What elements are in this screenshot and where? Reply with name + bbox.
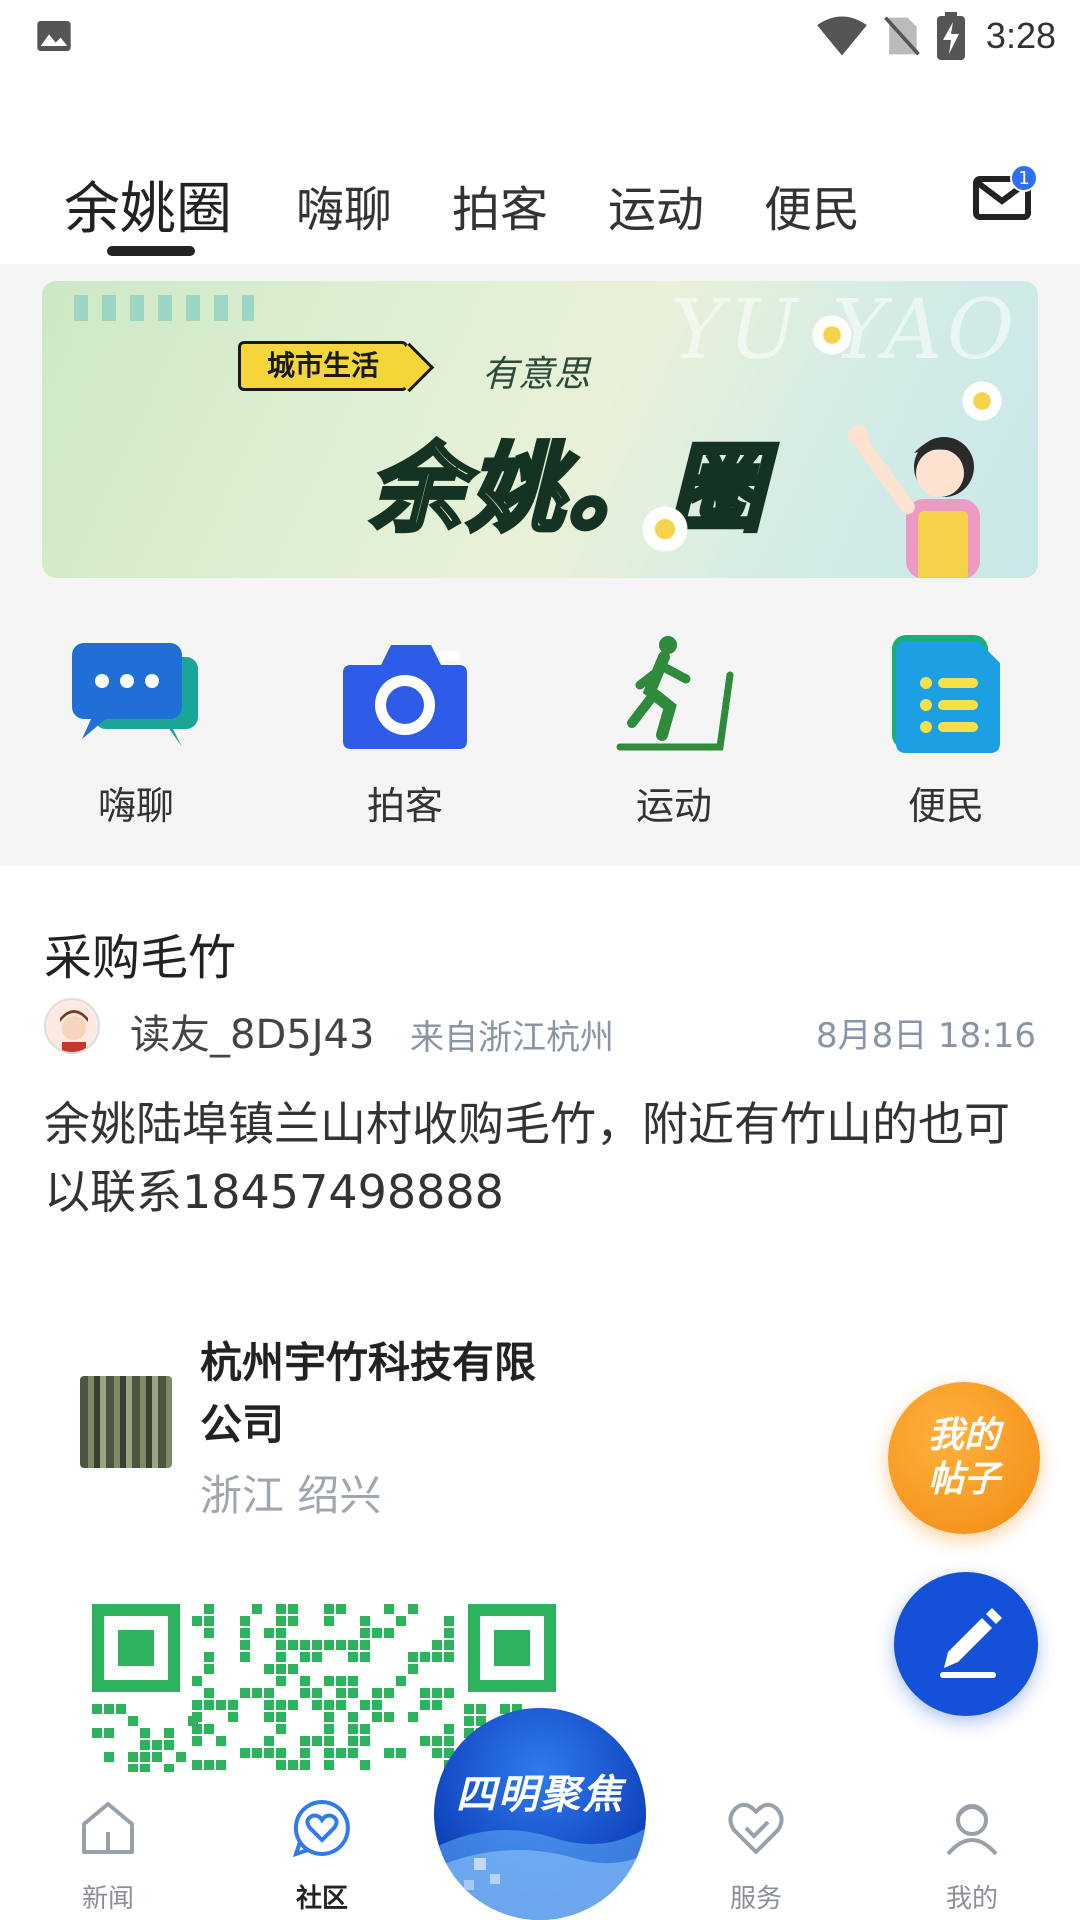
- company-location: 浙江 绍兴: [200, 1471, 382, 1520]
- nav-label: 社区: [295, 1884, 348, 1914]
- post-time: 8月8日 18:16: [815, 1016, 1036, 1056]
- nav-services[interactable]: 服务: [696, 1796, 816, 1915]
- quick-entry-label: 嗨聊: [97, 784, 174, 828]
- post-body[interactable]: 余姚陆埠镇兰山村收购毛竹，附近有竹山的也可以联系18457498888: [44, 1090, 1034, 1226]
- compose-post-button[interactable]: [894, 1572, 1038, 1716]
- banner-headline: 余姚。圈: [366, 431, 768, 547]
- flower-icon: [812, 315, 852, 355]
- promo-banner[interactable]: YU YAO 城市生活 有意思 余姚。圈: [42, 281, 1038, 578]
- tab-sports[interactable]: 运动: [608, 170, 704, 240]
- treadmill-runner-icon: [616, 636, 734, 751]
- no-sim-icon: [884, 16, 920, 56]
- decorative-squares: [74, 295, 254, 321]
- active-tab-indicator: [107, 246, 195, 256]
- battery-charging-icon: [936, 12, 965, 60]
- camera-icon: [343, 645, 467, 749]
- banner-tag: 城市生活: [238, 341, 409, 391]
- avatar[interactable]: [44, 998, 100, 1054]
- girl-illustration-icon: [848, 425, 980, 578]
- status-time: 3:28: [985, 15, 1056, 56]
- heart-icon: [728, 1802, 784, 1854]
- nav-community[interactable]: 社区: [262, 1796, 382, 1915]
- quick-entry-label: 运动: [635, 784, 712, 828]
- nav-label: 我的: [945, 1884, 998, 1914]
- pencil-icon: [940, 1608, 1002, 1678]
- center-logo-button[interactable]: 四明聚焦: [434, 1708, 646, 1920]
- home-icon: [82, 1802, 134, 1854]
- user-avatar-icon: [46, 1000, 98, 1052]
- status-bar: 3:28: [0, 0, 1080, 72]
- quick-entry-label: 便民: [907, 784, 984, 828]
- quick-entry-chat[interactable]: 嗨聊: [56, 635, 216, 830]
- center-logo-text: 四明聚焦: [456, 1772, 624, 1818]
- tab-yuyao-circle[interactable]: 余姚圈: [64, 164, 232, 245]
- person-icon: [946, 1804, 998, 1856]
- image-icon: [37, 21, 71, 51]
- my-posts-label: 我的帖子: [927, 1415, 1000, 1500]
- quick-entry-sports[interactable]: 运动: [594, 635, 754, 830]
- post-location: 来自浙江杭州: [410, 1018, 614, 1058]
- tab-chat[interactable]: 嗨聊: [296, 170, 392, 240]
- mail-badge: 1: [1010, 164, 1038, 192]
- wifi-icon: [817, 16, 867, 56]
- company-thumbnail[interactable]: [80, 1376, 172, 1468]
- quick-entry-label: 拍客: [366, 784, 443, 828]
- document-list-icon: [892, 635, 1000, 753]
- post-username[interactable]: 读友_8D5J43: [130, 1002, 374, 1060]
- nav-label: 新闻: [81, 1884, 134, 1914]
- flower-icon: [642, 506, 688, 552]
- company-name[interactable]: 杭州宇竹科技有限公司: [200, 1332, 560, 1456]
- nav-label: 服务: [729, 1884, 782, 1914]
- nav-news[interactable]: 新闻: [48, 1796, 168, 1915]
- quick-entry-convenience[interactable]: 便民: [866, 635, 1026, 830]
- chat-bubbles-icon: [72, 643, 198, 747]
- my-posts-button[interactable]: 我的帖子: [888, 1382, 1040, 1534]
- post-title[interactable]: 采购毛竹: [44, 918, 236, 988]
- quick-entry-photo[interactable]: 拍客: [325, 635, 485, 830]
- tab-convenience[interactable]: 便民: [764, 170, 860, 240]
- heart-chat-icon: [292, 1799, 350, 1858]
- nav-mine[interactable]: 我的: [912, 1796, 1032, 1915]
- banner-subtitle: 有意思: [482, 354, 591, 395]
- tab-photo[interactable]: 拍客: [452, 170, 548, 240]
